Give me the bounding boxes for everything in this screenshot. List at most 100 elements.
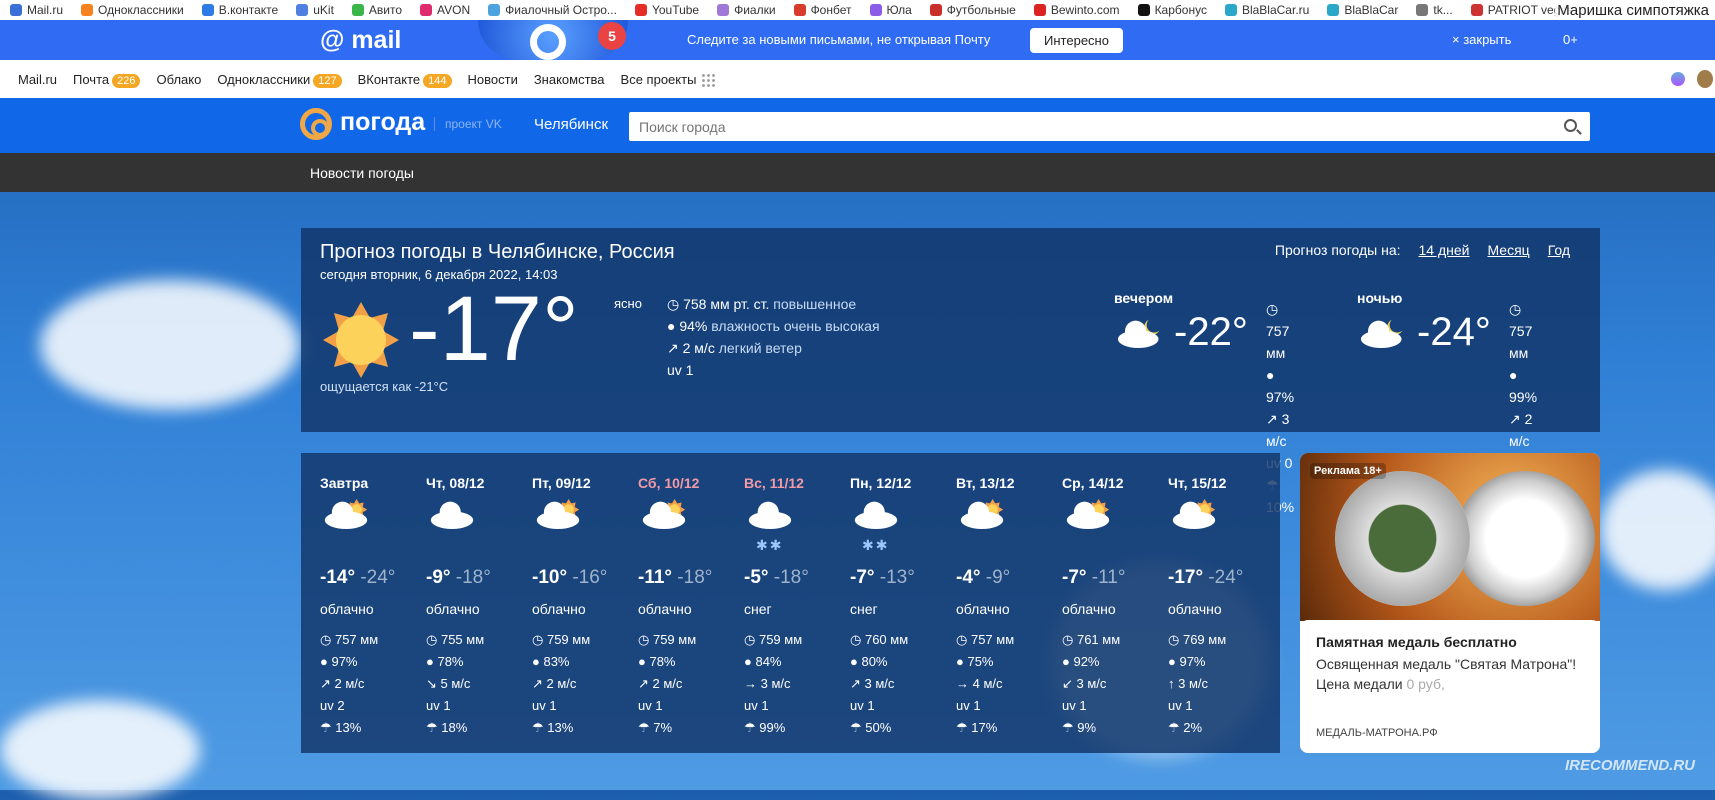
current-city[interactable]: Челябинск bbox=[534, 116, 608, 133]
forecast-day[interactable]: Сб, 10/12 -11° -18° облачно ◷ 759 мм ● 7… bbox=[638, 475, 744, 739]
bookmark-favicon-icon bbox=[296, 4, 309, 16]
bookmark[interactable]: Фиалки bbox=[717, 3, 776, 17]
bookmarks-bar: Mail.ru Одноклассники В.контакте uKit Авито A… bbox=[0, 0, 1715, 20]
pressure-icon: ◷ bbox=[426, 632, 441, 647]
period-temperature: -24° bbox=[1417, 310, 1491, 354]
nav-item-label: ВКонтакте bbox=[357, 71, 421, 87]
bookmark[interactable]: tk... bbox=[1416, 3, 1453, 17]
cloud-sun-icon bbox=[1062, 499, 1168, 561]
ad-text-main: Освященная медаль "Святая Матрона"! Цена… bbox=[1316, 656, 1577, 692]
bookmark[interactable]: AVON bbox=[420, 3, 470, 17]
pressure-icon: ◷ bbox=[1266, 301, 1279, 317]
bookmark-label: Фиалки bbox=[734, 3, 776, 17]
advertisement[interactable]: Реклама 18+ Памятная медаль бесплатно Ос… bbox=[1300, 453, 1600, 753]
pogoda-logo-icon[interactable] bbox=[300, 108, 332, 140]
humidity: 83% bbox=[543, 654, 570, 669]
cloud-sun-icon bbox=[532, 499, 638, 561]
pressure-icon: ◷ bbox=[850, 632, 865, 647]
umbrella-icon: ☂ bbox=[1062, 720, 1078, 735]
bookmark-favicon-icon bbox=[420, 4, 433, 16]
unread-count-badge: 226 bbox=[112, 73, 141, 88]
bookmark-label: Карбонус bbox=[1154, 3, 1207, 17]
watermark: IRECOMMEND.RU bbox=[1565, 757, 1695, 774]
forecast-day[interactable]: Чт, 15/12 -17° -24° облачно ◷ 769 мм ● 9… bbox=[1168, 475, 1274, 739]
pressure: 760 мм bbox=[864, 632, 909, 647]
nav-item[interactable]: ВКонтакте 144 bbox=[357, 71, 452, 88]
precipitation: 13% bbox=[547, 720, 574, 735]
search-icon[interactable] bbox=[1564, 119, 1577, 132]
nav-item-label: Одноклассники bbox=[217, 71, 311, 87]
vk-project-label: проект VK bbox=[434, 117, 502, 131]
medal-front-image bbox=[1335, 471, 1470, 606]
nav-item[interactable]: Знакомства bbox=[534, 72, 605, 87]
bookmark[interactable]: YouTube bbox=[634, 3, 699, 17]
bookmark-favicon-icon bbox=[634, 4, 647, 16]
humidity-icon: ● bbox=[850, 654, 862, 669]
city-search-input[interactable] bbox=[629, 112, 1590, 141]
pressure-icon: ◷ bbox=[1509, 301, 1522, 317]
forecast-day[interactable]: Пт, 09/12 -10° -16° облачно ◷ 759 мм ● 8… bbox=[532, 475, 638, 739]
link-year[interactable]: Год bbox=[1548, 242, 1570, 258]
pressure: 769 мм bbox=[1182, 632, 1227, 647]
nav-item-label: Знакомства bbox=[533, 71, 605, 87]
forecast-day[interactable]: Вт, 13/12 -4° -9° облачно ◷ 757 мм ● 75%… bbox=[956, 475, 1062, 739]
wind: 3 м/с bbox=[760, 676, 791, 691]
forecast-day[interactable]: Чт, 08/12 -9° -18° облачно ◷ 755 мм ● 78… bbox=[426, 475, 532, 739]
weather-news-link[interactable]: Новости погоды bbox=[310, 165, 414, 181]
wind-icon: ↗ bbox=[1266, 411, 1282, 427]
nav-item[interactable]: Облако bbox=[156, 72, 201, 87]
forecast-day[interactable]: Завтра -14° -24° облачно ◷ 757 мм ● 97% … bbox=[320, 475, 426, 739]
forecast-day[interactable]: Вс, 11/12 ✱✱ -5° -18° снег ◷ 759 мм ● 84… bbox=[744, 475, 850, 739]
wind-direction-icon: ↑ bbox=[1168, 676, 1175, 691]
humidity: 84% bbox=[755, 654, 782, 669]
bookmark[interactable]: Футбольные bbox=[929, 3, 1016, 17]
wind-direction-icon: ↘ bbox=[426, 676, 437, 691]
forecast-day[interactable]: Пн, 12/12 ✱✱ -7° -13° снег ◷ 760 мм ● 80… bbox=[850, 475, 956, 739]
pogoda-logo[interactable]: погода bbox=[340, 108, 425, 137]
nav-item[interactable]: Все проекты bbox=[621, 72, 716, 87]
bookmark-label: tk... bbox=[1433, 3, 1453, 17]
close-promo-button[interactable]: × закрыть bbox=[1452, 32, 1511, 47]
bookmark[interactable]: Одноклассники bbox=[81, 3, 184, 17]
bookmark[interactable]: Фонбет bbox=[793, 3, 852, 17]
bookmark[interactable]: BlaBlaCar bbox=[1327, 3, 1398, 17]
ad-domain[interactable]: МЕДАЛЬ-МАТРОНА.РФ bbox=[1316, 727, 1438, 739]
ad-text[interactable]: Освященная медаль "Святая Матрона"! Цена… bbox=[1316, 654, 1584, 694]
bookmark[interactable]: Mail.ru bbox=[10, 3, 63, 17]
umbrella-icon: ☂ bbox=[744, 720, 760, 735]
precipitation: 18% bbox=[441, 720, 468, 735]
forecast-range-label: Прогноз погоды на: bbox=[1274, 242, 1401, 258]
humidity-icon: ● bbox=[1062, 654, 1074, 669]
link-14-days[interactable]: 14 дней bbox=[1419, 242, 1470, 258]
day-condition: облачно bbox=[532, 601, 586, 617]
pressure: 761 мм bbox=[1076, 632, 1121, 647]
assistant-icon[interactable] bbox=[1671, 72, 1685, 86]
humidity-icon: ● bbox=[956, 654, 968, 669]
bookmark[interactable]: Bewinto.com bbox=[1033, 3, 1120, 17]
nav-item[interactable]: Mail.ru bbox=[18, 72, 57, 87]
nav-item[interactable]: Почта 226 bbox=[73, 72, 141, 88]
ad-title[interactable]: Памятная медаль бесплатно bbox=[1316, 634, 1584, 650]
bookmark[interactable]: Карбонус bbox=[1137, 3, 1207, 17]
link-month[interactable]: Месяц bbox=[1487, 242, 1529, 258]
bookmark[interactable]: uKit bbox=[296, 3, 334, 17]
temp-low: -24° bbox=[1208, 567, 1244, 588]
nav-item-label: Облако bbox=[156, 71, 202, 87]
interesting-button[interactable]: Интересно bbox=[1030, 28, 1123, 53]
bookmark[interactable]: В.контакте bbox=[201, 3, 278, 17]
humidity-icon: ● bbox=[320, 654, 332, 669]
nav-item-label: Mail.ru bbox=[18, 71, 58, 87]
bookmark-favicon-icon bbox=[1470, 4, 1483, 16]
forecast-day[interactable]: Ср, 14/12 -7° -11° облачно ◷ 761 мм ● 92… bbox=[1062, 475, 1168, 739]
nav-item[interactable]: Новости bbox=[468, 72, 518, 87]
nav-item[interactable]: Одноклассники 127 bbox=[217, 71, 342, 88]
temp-low: -13° bbox=[879, 567, 915, 588]
bookmark[interactable]: BlaBlaCar.ru bbox=[1224, 3, 1309, 17]
avatar[interactable] bbox=[1697, 70, 1713, 88]
bookmark[interactable]: Авито bbox=[351, 3, 402, 17]
bookmark-favicon-icon bbox=[1224, 4, 1237, 16]
bookmark[interactable]: Фиалочный Остро... bbox=[488, 3, 617, 17]
temp-high: -11° bbox=[638, 567, 673, 588]
pressure: 759 мм bbox=[652, 632, 697, 647]
bookmark[interactable]: Юла bbox=[869, 3, 912, 17]
